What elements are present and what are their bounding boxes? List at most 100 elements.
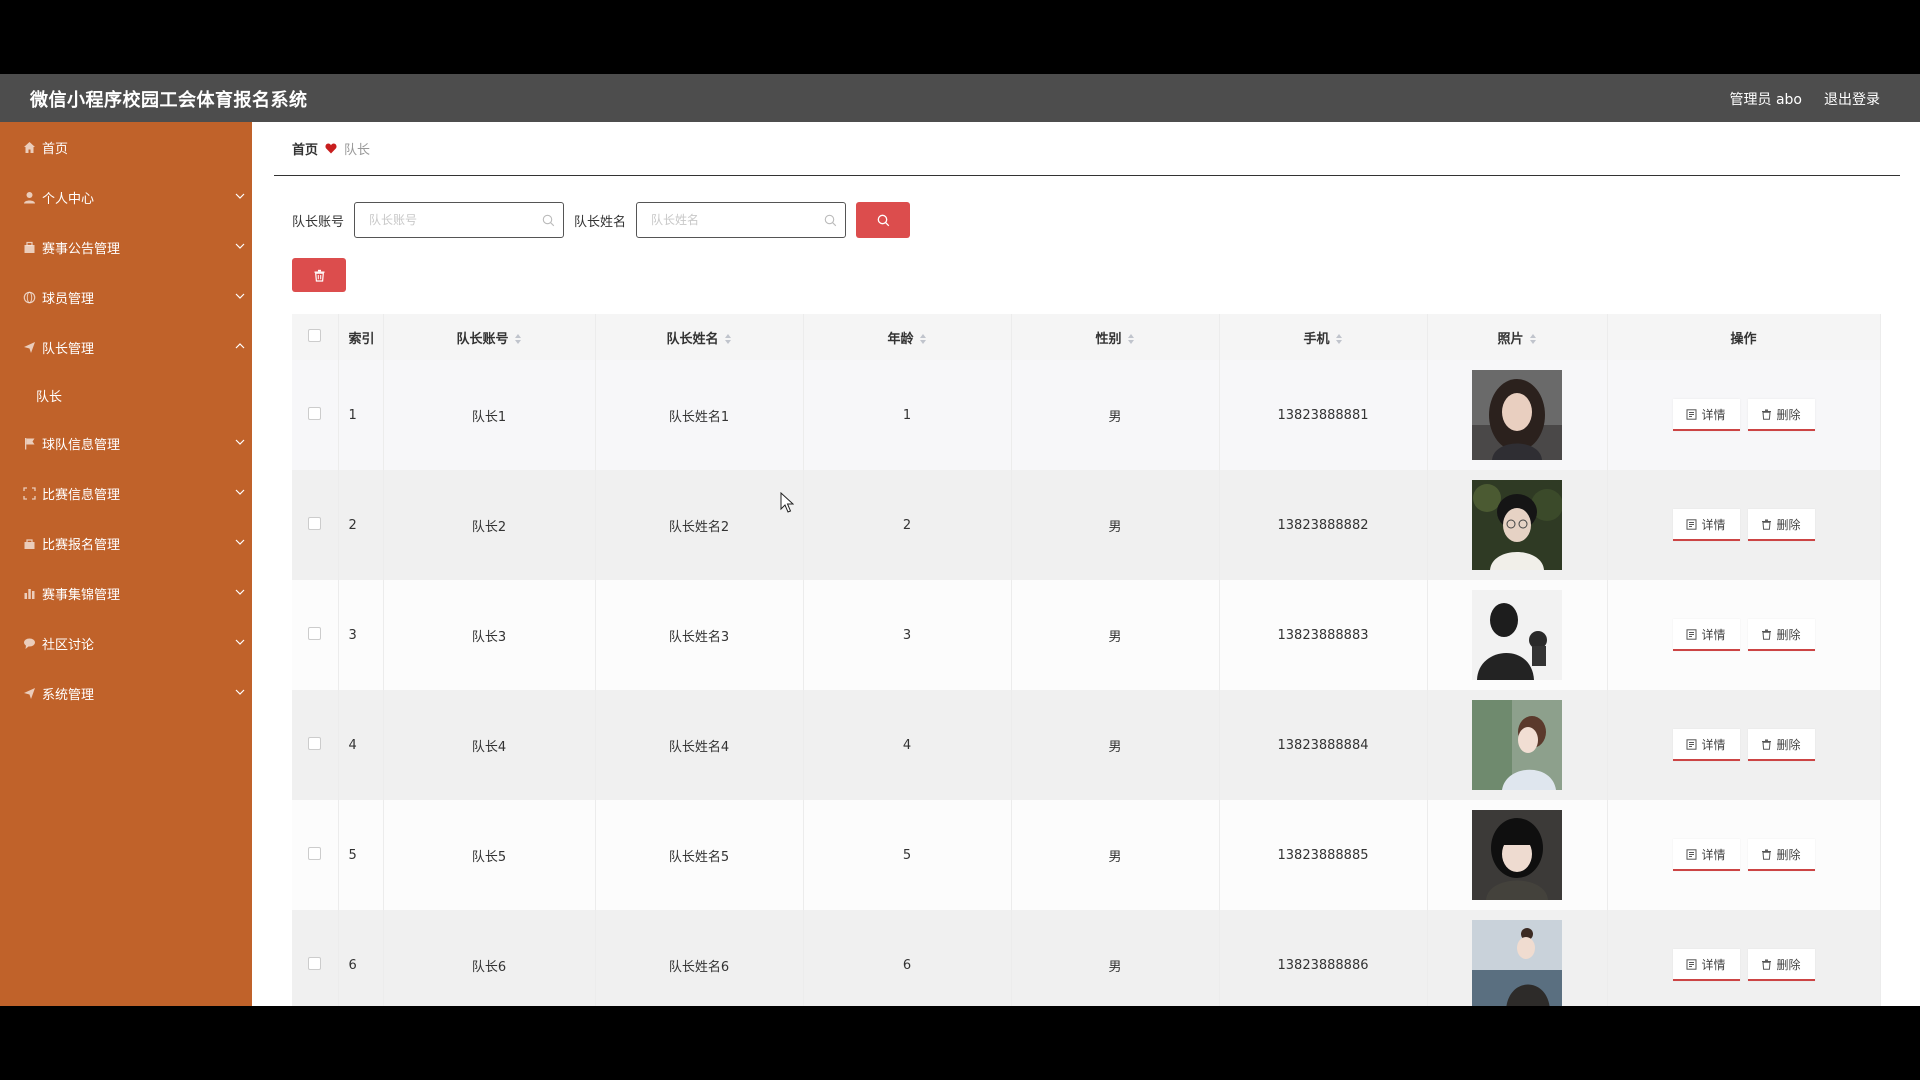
detail-button-label: 详情 [1701, 627, 1726, 642]
cell-phone: 13823888884 [1219, 690, 1428, 800]
cell-photo [1427, 910, 1608, 1006]
row-checkbox[interactable] [308, 956, 322, 970]
batch-delete-button[interactable] [292, 258, 346, 292]
detail-button-label: 详情 [1701, 847, 1726, 862]
row-checkbox-cell [292, 690, 339, 800]
table-row: 3 队长3 队长姓名3 3 男 13823888883 详情 删除 [292, 580, 1881, 690]
table-header-row: 索引 队长账号 队长姓名 年龄 性别 手机 照片 操作 [292, 314, 1881, 360]
column-header-gender[interactable]: 性别 [1011, 314, 1220, 360]
cell-photo [1427, 580, 1608, 690]
breadcrumb-current: 队长 [344, 143, 371, 158]
admin-user-link[interactable]: 管理员 abo [1730, 89, 1802, 109]
logout-button[interactable]: 退出登录 [1824, 89, 1880, 109]
sidebar-item-personal-center[interactable]: 个人中心 [0, 172, 252, 222]
sidebar-item-label: 球员管理 [42, 291, 95, 307]
column-header-phone[interactable]: 手机 [1219, 314, 1428, 360]
sort-icon[interactable] [724, 333, 732, 345]
cell-actions: 详情 删除 [1607, 580, 1881, 690]
captain-name-input[interactable] [637, 203, 846, 237]
column-header-photo[interactable]: 照片 [1427, 314, 1608, 360]
sidebar-item-team-info[interactable]: 球队信息管理 [0, 418, 252, 468]
cell-gender: 男 [1011, 580, 1220, 690]
captain-photo[interactable] [1472, 370, 1562, 460]
captain-photo[interactable] [1472, 920, 1562, 1006]
cell-photo [1427, 470, 1608, 580]
cell-actions: 详情 删除 [1607, 360, 1881, 470]
row-checkbox[interactable] [308, 516, 322, 530]
cell-photo [1427, 800, 1608, 910]
document-icon [1686, 958, 1697, 970]
sort-icon[interactable] [1127, 333, 1135, 345]
select-all-cell [292, 314, 339, 360]
trash-icon [1762, 959, 1772, 970]
delete-button[interactable]: 删除 [1747, 509, 1815, 541]
sort-icon[interactable] [1529, 333, 1537, 345]
cell-phone: 13823888886 [1219, 910, 1428, 1006]
cell-name: 队长姓名5 [595, 800, 804, 910]
detail-button[interactable]: 详情 [1672, 949, 1740, 981]
sidebar-item-event-notice[interactable]: 赛事公告管理 [0, 222, 252, 272]
sidebar-item-highlights[interactable]: 赛事集锦管理 [0, 568, 252, 618]
chart-icon [22, 586, 36, 600]
fullscreen-icon [22, 486, 36, 500]
cell-name: 队长姓名3 [595, 580, 804, 690]
cell-phone: 13823888883 [1219, 580, 1428, 690]
captain-account-input[interactable] [355, 203, 564, 237]
sidebar-subitem-captain[interactable]: 队长 [0, 372, 252, 418]
delete-button[interactable]: 删除 [1747, 619, 1815, 651]
sort-icon[interactable] [1335, 333, 1343, 345]
sidebar-item-system[interactable]: 系统管理 [0, 668, 252, 718]
captain-photo[interactable] [1472, 700, 1562, 790]
column-header-account[interactable]: 队长账号 [383, 314, 596, 360]
captain-photo[interactable] [1472, 480, 1562, 570]
cell-age: 3 [803, 580, 1012, 690]
table-row: 4 队长4 队长姓名4 4 男 13823888884 详情 删除 [292, 690, 1881, 800]
row-checkbox[interactable] [308, 406, 322, 420]
sidebar-item-match-info[interactable]: 比赛信息管理 [0, 468, 252, 518]
sidebar-item-match-registration[interactable]: 比赛报名管理 [0, 518, 252, 568]
select-all-checkbox[interactable] [308, 328, 322, 342]
captain-photo[interactable] [1472, 810, 1562, 900]
table-row: 5 队长5 队长姓名5 5 男 13823888885 详情 删除 [292, 800, 1881, 910]
delete-button[interactable]: 删除 [1747, 729, 1815, 761]
sidebar-item-home[interactable]: 首页 [0, 122, 252, 172]
captain-photo[interactable] [1472, 590, 1562, 680]
sort-icon[interactable] [514, 333, 522, 345]
sidebar-item-community[interactable]: 社区讨论 [0, 618, 252, 668]
search-icon [877, 214, 889, 226]
search-button[interactable] [856, 202, 911, 238]
row-checkbox-cell [292, 360, 339, 470]
detail-button[interactable]: 详情 [1672, 729, 1740, 761]
sidebar: 首页 个人中心 赛事公告管理 球员管理 队长管理 队长 球队信息管理 比赛信息管… [0, 122, 252, 1006]
cell-gender: 男 [1011, 910, 1220, 1006]
delete-button[interactable]: 删除 [1747, 949, 1815, 981]
delete-button-label: 删除 [1776, 407, 1801, 422]
column-header-label: 队长姓名 [666, 331, 719, 347]
detail-button[interactable]: 详情 [1672, 839, 1740, 871]
cell-account: 队长4 [383, 690, 596, 800]
chevron-down-icon [235, 539, 245, 545]
row-checkbox[interactable] [308, 626, 322, 640]
column-header-age[interactable]: 年龄 [803, 314, 1012, 360]
detail-button[interactable]: 详情 [1672, 509, 1740, 541]
sidebar-item-captain[interactable]: 队长管理 [0, 322, 252, 372]
breadcrumb: 首页 队长 [274, 122, 1900, 176]
row-checkbox[interactable] [308, 736, 322, 750]
detail-button[interactable]: 详情 [1672, 619, 1740, 651]
row-checkbox[interactable] [308, 846, 322, 860]
cell-age: 1 [803, 360, 1012, 470]
column-header-name[interactable]: 队长姓名 [595, 314, 804, 360]
trash-icon [314, 269, 324, 282]
user-icon [22, 190, 36, 204]
breadcrumb-home[interactable]: 首页 [292, 139, 318, 158]
delete-button[interactable]: 删除 [1747, 839, 1815, 871]
sort-icon[interactable] [919, 333, 927, 345]
document-icon [1686, 848, 1697, 860]
detail-button[interactable]: 详情 [1672, 399, 1740, 431]
sidebar-item-player[interactable]: 球员管理 [0, 272, 252, 322]
cell-name: 队长姓名1 [595, 360, 804, 470]
cell-actions: 详情 删除 [1607, 690, 1881, 800]
sidebar-item-label: 赛事公告管理 [42, 241, 121, 257]
send-icon [22, 340, 36, 354]
delete-button[interactable]: 删除 [1747, 399, 1815, 431]
